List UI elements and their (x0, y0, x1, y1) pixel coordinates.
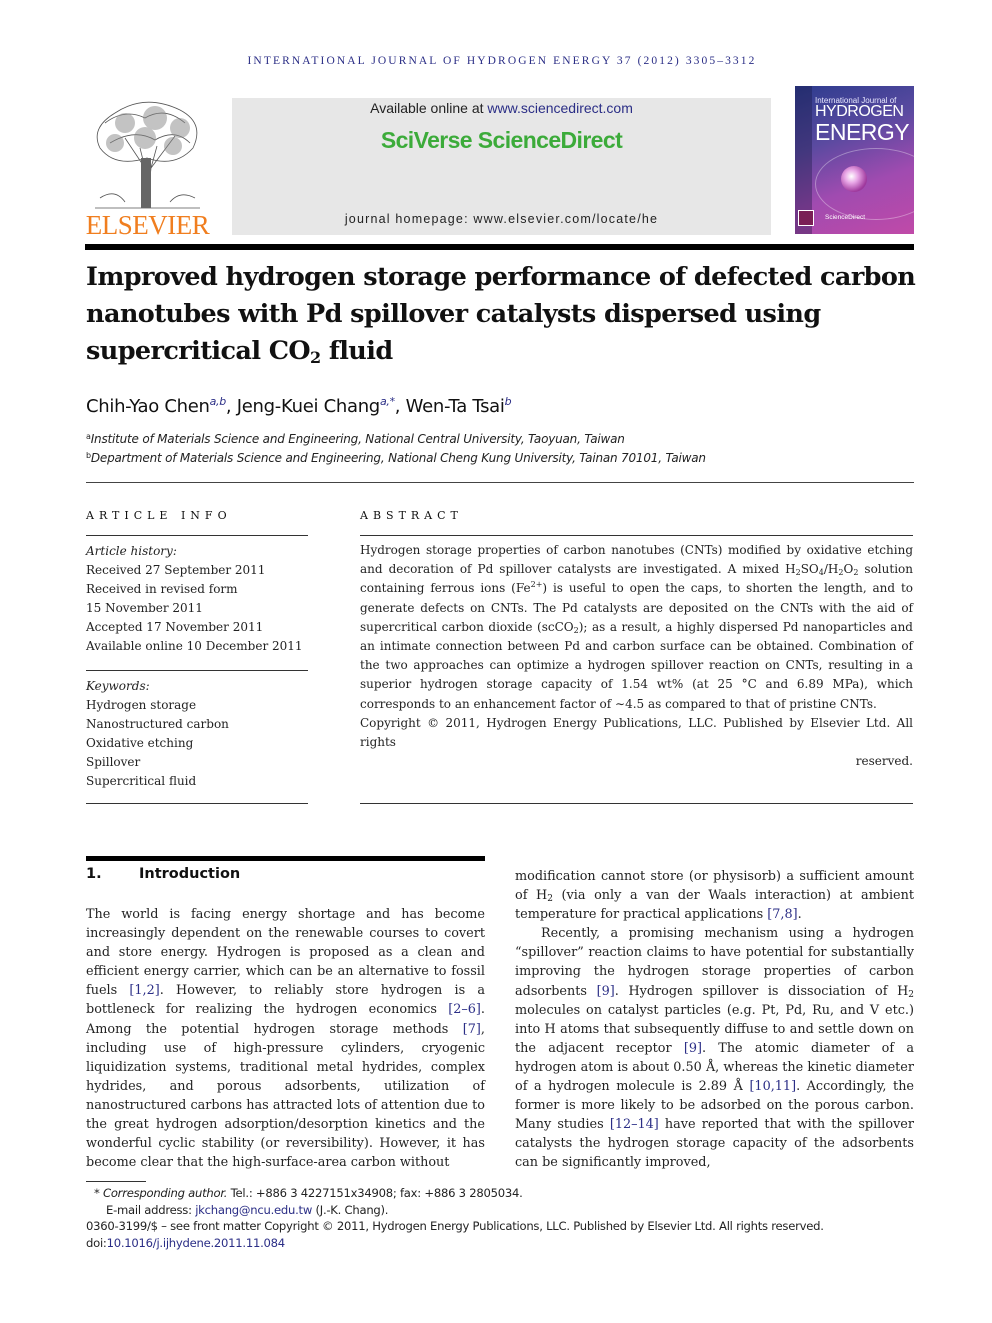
section-number: 1. (86, 866, 102, 882)
email-label: E-mail address: (106, 1202, 196, 1217)
keyword-item: Hydrogen storage (86, 698, 197, 712)
introduction-rule (86, 856, 485, 861)
introduction-heading: 1. Introduction (86, 866, 240, 882)
affiliation-text: Institute of Materials Science and Engin… (90, 432, 625, 446)
history-item: Accepted 17 November 2011 (86, 620, 264, 634)
title-text-end: fluid (320, 336, 393, 366)
corresponding-author-note: * Corresponding author. Tel.: +886 3 422… (86, 1185, 916, 1202)
history-divider (86, 670, 308, 671)
cover-sciencedirect-logo: ScienceDirect (825, 214, 866, 221)
doi-label: doi: (86, 1235, 107, 1250)
issn-line: 0360-3199/$ – see front matter Copyright… (86, 1219, 824, 1233)
keywords-label: Keywords: (86, 679, 150, 693)
cover-journal-line2: HYDROGEN (815, 103, 904, 120)
history-item: Available online 10 December 2011 (86, 639, 303, 653)
header-divider (85, 244, 914, 250)
cover-badge-icon (798, 210, 814, 226)
abstract-text: /H (823, 562, 839, 577)
history-item: Received in revised form (86, 582, 238, 596)
elsevier-wordmark: ELSEVIER (85, 210, 210, 240)
body-paragraph: modification cannot store (or physisorb)… (515, 867, 914, 924)
abstract-copyright: Copyright © 2011, Hydrogen Energy Public… (360, 715, 913, 750)
section-title: Introduction (139, 866, 241, 882)
abstract-body: Hydrogen storage properties of carbon na… (360, 541, 913, 771)
history-item: Received 27 September 2011 (86, 563, 266, 577)
body-text: . (797, 907, 802, 923)
abstract-paragraph: Hydrogen storage properties of carbon na… (360, 541, 913, 714)
body-paragraph: The world is facing energy shortage and … (86, 905, 485, 1172)
article-info-divider (86, 535, 308, 536)
sciencedirect-link[interactable]: www.sciencedirect.com (487, 100, 633, 116)
email-link[interactable]: jkchang@ncu.edu.tw (195, 1203, 312, 1217)
available-online-line: Available online at www.sciencedirect.co… (232, 100, 771, 116)
title-text: Improved hydrogen storage performance of… (86, 262, 916, 366)
doi-line: doi:10.1016/j.ijhydene.2011.11.084 (86, 1235, 916, 1252)
history-item: 15 November 2011 (86, 601, 203, 615)
affiliation-b: bDepartment of Materials Science and Eng… (86, 451, 706, 465)
corresponding-author-label: Corresponding author. (102, 1186, 228, 1200)
abstract-text: SO (800, 562, 819, 577)
contact-numbers: Tel.: +886 3 4227151x34908; fax: +886 3 … (227, 1186, 523, 1200)
introduction-left-column: The world is facing energy shortage and … (86, 905, 485, 1172)
title-subscript: 2 (310, 348, 321, 367)
email-owner: (J.-K. Chang). (312, 1202, 389, 1217)
subscript: 2 (908, 989, 915, 1000)
body-text: . Hydrogen spillover is dissociation of … (614, 983, 909, 999)
doi-link[interactable]: 10.1016/j.ijhydene.2011.11.084 (107, 1236, 286, 1250)
sciverse-sciencedirect-brand: SciVerse ScienceDirect (380, 127, 623, 153)
author-affiliation-mark[interactable]: b (505, 395, 512, 408)
email-note: E-mail address: jkchang@ncu.edu.tw (J.-K… (86, 1202, 916, 1219)
introduction-right-column: modification cannot store (or physisorb)… (515, 867, 914, 1173)
author-list: Chih-Yao Chena,b, Jeng-Kuei Changa,*, We… (86, 395, 512, 417)
citation-link[interactable]: [9] (597, 984, 615, 999)
author-name[interactable]: Chih-Yao Chen (86, 396, 210, 417)
author-affiliation-mark[interactable]: a,b (210, 395, 227, 408)
abstract-bottom-divider (360, 803, 913, 804)
keyword-item: Oxidative etching (86, 736, 194, 750)
journal-cover-image: International Journal of HYDROGEN ENERGY… (795, 86, 914, 234)
body-text: (via only a van der Waals interaction) a… (515, 888, 914, 923)
citation-link[interactable]: [12–14] (610, 1117, 659, 1132)
journal-homepage[interactable]: journal homepage: www.elsevier.com/locat… (232, 212, 771, 226)
citation-link[interactable]: [10,11] (749, 1079, 796, 1094)
author-name[interactable]: Jeng-Kuei Chang (237, 396, 380, 417)
abstract-heading: ABSTRACT (360, 509, 463, 522)
article-info-heading: ARTICLE INFO (86, 509, 232, 522)
affiliations-divider (86, 482, 914, 483)
superscript: 2+ (530, 580, 543, 590)
cover-journal-line3: ENERGY (815, 119, 910, 145)
citation-link[interactable]: [9] (684, 1041, 702, 1056)
author-separator: , (225, 396, 237, 417)
affiliation-a: aInstitute of Materials Science and Engi… (86, 432, 625, 446)
footnote-rule (86, 1181, 146, 1182)
body-text: , including use of high-pressure cylinde… (86, 1021, 485, 1171)
keywords-divider (86, 803, 308, 804)
abstract-copyright-end: reserved. (855, 754, 913, 769)
keyword-item: Nanostructured carbon (86, 717, 229, 731)
author-name[interactable]: Wen-Ta Tsai (406, 396, 505, 417)
keyword-item: Spillover (86, 755, 141, 769)
keyword-item: Supercritical fluid (86, 774, 197, 788)
footnote-star: * (94, 1186, 100, 1200)
footnotes: * Corresponding author. Tel.: +886 3 422… (86, 1185, 916, 1251)
available-online-label: Available online at (370, 100, 488, 116)
body-paragraph: Recently, a promising mechanism using a … (515, 924, 914, 1172)
citation-link[interactable]: [1,2] (129, 983, 159, 998)
citation-link[interactable]: [7,8] (767, 907, 797, 922)
article-history-label: Article history: (86, 544, 177, 558)
article-title: Improved hydrogen storage performance of… (86, 259, 926, 370)
keywords: Keywords: Hydrogen storage Nanostructure… (86, 677, 308, 791)
cover-orb-graphic (841, 166, 867, 192)
author-separator: , (394, 396, 406, 417)
citation-link[interactable]: [7] (463, 1022, 481, 1037)
citation-link[interactable]: [2–6] (448, 1002, 481, 1017)
author-affiliation-mark[interactable]: a,* (380, 395, 395, 408)
abstract-text: O (843, 562, 854, 577)
article-history: Article history: Received 27 September 2… (86, 542, 308, 656)
affiliation-text: Department of Materials Science and Engi… (90, 451, 706, 465)
abstract-divider (360, 535, 913, 536)
running-head: INTERNATIONAL JOURNAL OF HYDROGEN ENERGY… (247, 55, 757, 67)
